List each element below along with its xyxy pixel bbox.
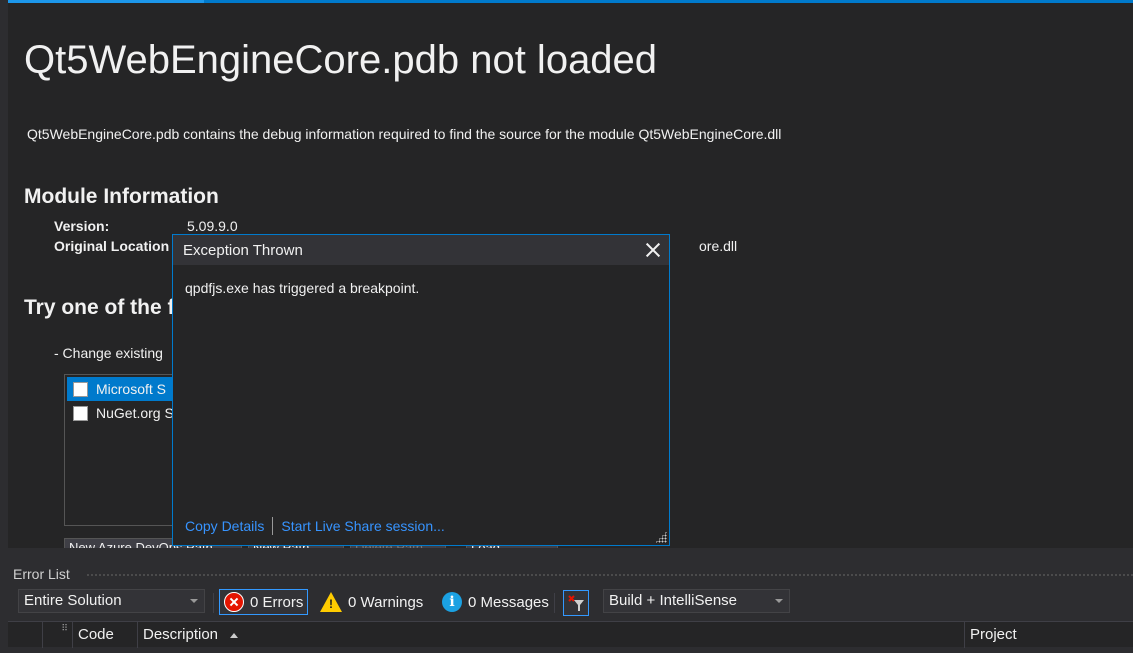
page-description: Qt5WebEngineCore.pdb contains the debug … — [27, 126, 782, 142]
original-location-value: ore.dll — [699, 238, 738, 254]
try-options-heading: Try one of the fo — [24, 296, 188, 319]
column-project-label: Project — [970, 626, 1017, 643]
exception-dialog: Exception Thrown qpdfjs.exe has triggere… — [172, 234, 670, 546]
messages-filter-button[interactable]: i 0 Messages — [438, 589, 553, 615]
exception-dialog-title: Exception Thrown — [183, 241, 303, 259]
column-icon[interactable] — [8, 622, 43, 648]
info-icon: i — [442, 592, 462, 612]
copy-details-link[interactable]: Copy Details — [185, 518, 264, 534]
chevron-down-icon — [775, 599, 783, 603]
module-info-heading: Module Information — [24, 185, 219, 208]
pane-splitter[interactable] — [0, 548, 1133, 562]
column-description-label: Description — [143, 626, 219, 643]
build-source-value: Build + IntelliSense — [609, 592, 737, 609]
warning-icon: ! — [320, 592, 342, 612]
scope-dropdown[interactable]: Entire Solution — [18, 589, 205, 613]
live-share-link[interactable]: Start Live Share session... — [281, 518, 444, 534]
active-tab-indicator[interactable] — [8, 0, 204, 3]
errors-count: 0 Errors — [250, 593, 304, 611]
symbol-server-label: Microsoft S — [96, 381, 167, 397]
grip-icon: ⠿ — [61, 623, 68, 633]
toolbar-divider — [213, 593, 214, 613]
error-list-column-header: ⠿ Code Description Project — [8, 621, 1133, 648]
warnings-filter-button[interactable]: ! 0 Warnings — [316, 589, 427, 615]
sort-ascending-icon — [230, 632, 239, 638]
checkbox[interactable] — [73, 405, 88, 421]
errors-filter-button[interactable]: 0 Errors — [219, 589, 308, 615]
version-value: 5.09.9.0 — [187, 218, 238, 234]
exception-message: qpdfjs.exe has triggered a breakpoint. — [185, 280, 420, 296]
close-icon[interactable] — [641, 238, 665, 262]
link-divider — [272, 517, 274, 535]
change-symbol-option[interactable]: - Change existing — [54, 345, 163, 361]
toolbar-divider — [554, 593, 555, 613]
filter-icon[interactable] — [563, 590, 589, 616]
column-project[interactable]: Project — [965, 622, 1133, 648]
exception-dialog-header[interactable]: Exception Thrown — [173, 235, 669, 265]
symbol-server-label: NuGet.org S — [96, 405, 174, 421]
panel-drag-grip[interactable] — [86, 573, 1133, 578]
resize-grip-icon[interactable] — [655, 531, 667, 543]
error-list-toolbar: Entire Solution 0 Errors ! 0 Warnings i … — [8, 589, 1133, 617]
page-title: Qt5WebEngineCore.pdb not loaded — [24, 38, 658, 82]
version-label: Version: — [54, 218, 110, 234]
warnings-count: 0 Warnings — [348, 593, 424, 611]
error-list-panel: Error List Entire Solution 0 Errors ! 0 … — [8, 562, 1133, 653]
exception-actions: Copy Details Start Live Share session... — [185, 517, 445, 535]
column-code[interactable]: Code — [73, 622, 138, 648]
error-icon — [224, 592, 244, 612]
column-code-label: Code — [78, 626, 114, 643]
messages-count: 0 Messages — [468, 593, 549, 611]
column-description[interactable]: Description — [138, 622, 965, 648]
error-list-title: Error List — [13, 566, 70, 582]
original-location-label: Original Location — [54, 238, 170, 254]
checkbox[interactable] — [73, 381, 88, 397]
column-filter-grip[interactable]: ⠿ — [43, 622, 73, 648]
build-source-dropdown[interactable]: Build + IntelliSense — [603, 589, 790, 613]
chevron-down-icon — [190, 599, 198, 603]
scope-dropdown-value: Entire Solution — [24, 592, 122, 609]
